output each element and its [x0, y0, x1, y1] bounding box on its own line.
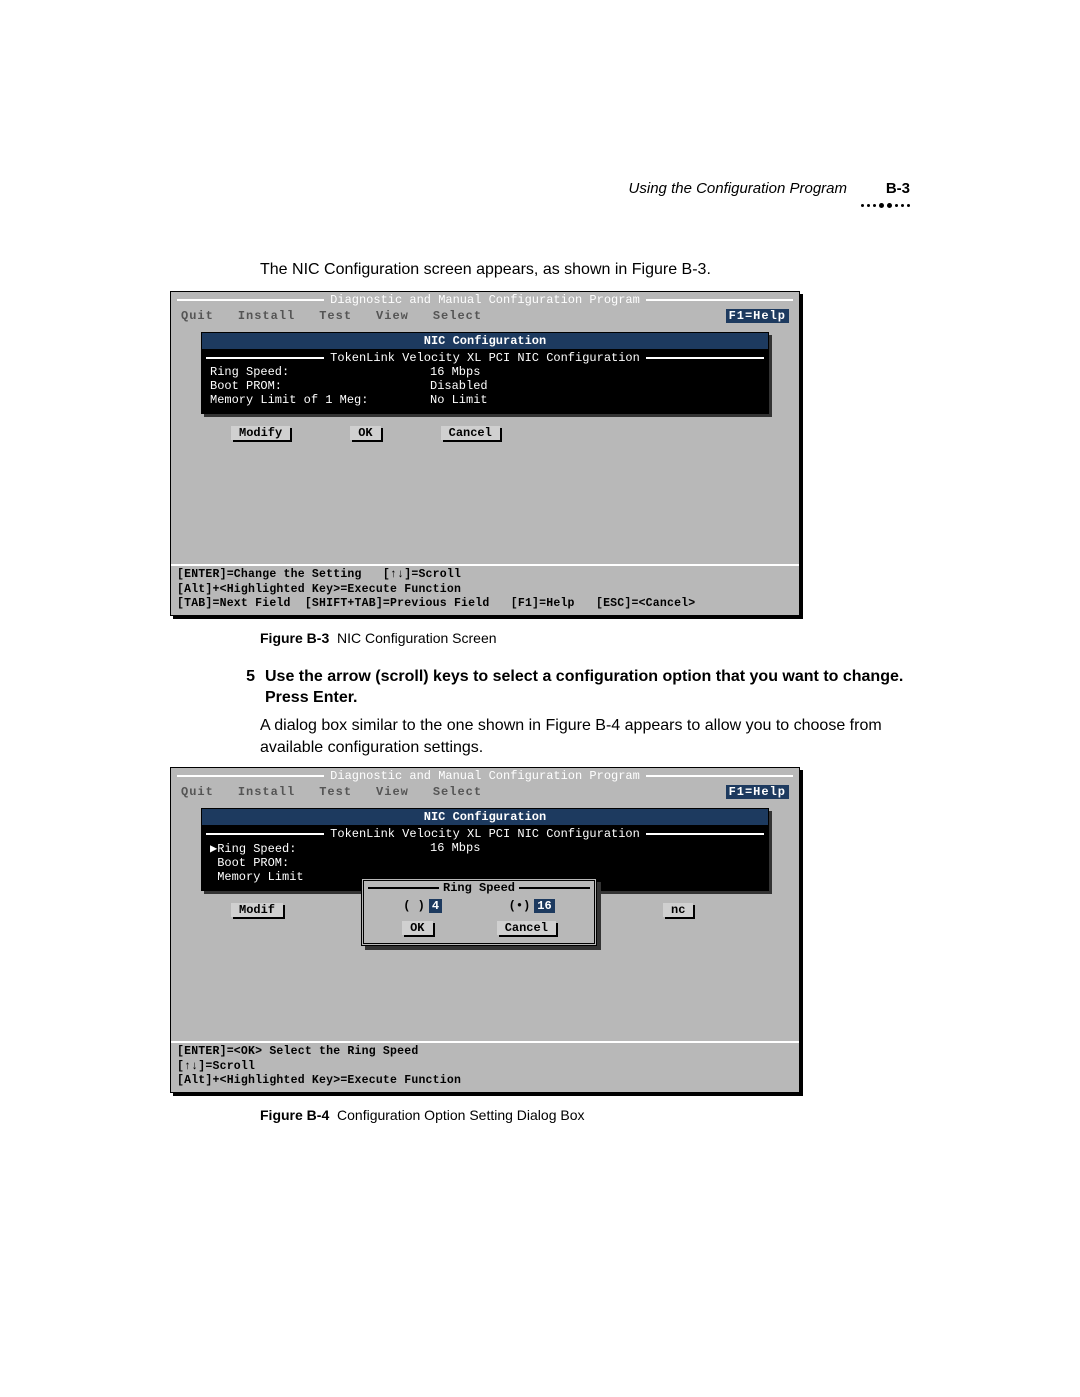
radio-4[interactable]: ( )4: [403, 899, 442, 913]
menu-install[interactable]: Install: [238, 785, 295, 799]
menu-test[interactable]: Test: [319, 309, 352, 323]
intro-text: The NIC Configuration screen appears, as…: [260, 259, 910, 281]
field-ring-speed[interactable]: ▶Ring Speed: 16 Mbps: [210, 841, 760, 856]
caption-text: Configuration Option Setting Dialog Box: [337, 1107, 584, 1123]
panel-subtitle: TokenLink Velocity XL PCI NIC Configurat…: [206, 827, 764, 841]
menu-test[interactable]: Test: [319, 785, 352, 799]
step-text: Use the arrow (scroll) keys to select a …: [265, 666, 910, 709]
dialog-title: Ring Speed: [443, 881, 515, 895]
field-boot-prom[interactable]: Boot PROM:: [210, 856, 760, 870]
status-line-2: [↑↓]=Scroll: [177, 1060, 793, 1074]
status-line-2: [Alt]+<Highlighted Key>=Execute Function: [177, 583, 793, 597]
status-line-1: [ENTER]=Change the Setting [↑↓]=Scroll: [177, 568, 793, 582]
dialog-cancel-button[interactable]: Cancel: [497, 921, 556, 935]
intro-paragraph: The NIC Configuration screen appears, as…: [260, 259, 910, 281]
panel-title: NIC Configuration: [202, 333, 768, 349]
field-boot-prom[interactable]: Boot PROM: Disabled: [210, 379, 760, 393]
field-memory-limit[interactable]: Memory Limit of 1 Meg: No Limit: [210, 393, 760, 407]
menu-view[interactable]: View: [376, 785, 409, 799]
button-row: Modify OK Cancel: [171, 420, 799, 442]
caption-text: NIC Configuration Screen: [337, 630, 497, 646]
nic-config-panel: NIC Configuration TokenLink Velocity XL …: [201, 332, 769, 414]
empty-area: [171, 444, 799, 564]
modify-button[interactable]: Modif: [231, 903, 283, 917]
panel-subtitle: TokenLink Velocity XL PCI NIC Configurat…: [206, 351, 764, 365]
figure-b4-screenshot: Diagnostic and Manual Configuration Prog…: [170, 767, 800, 1092]
status-bar: [ENTER]=<OK> Select the Ring Speed [↑↓]=…: [171, 1041, 799, 1091]
cancel-fragment[interactable]: nc: [663, 903, 693, 917]
status-line-3: [Alt]+<Highlighted Key>=Execute Function: [177, 1074, 793, 1088]
caption-label: Figure B-4: [260, 1107, 329, 1123]
status-line-3: [TAB]=Next Field [SHIFT+TAB]=Previous Fi…: [177, 597, 793, 611]
para2-text: A dialog box similar to the one shown in…: [260, 715, 910, 760]
step-number: 5: [235, 666, 255, 709]
menu-select[interactable]: Select: [433, 785, 482, 799]
menu-view[interactable]: View: [376, 309, 409, 323]
running-header: Using the Configuration Program B-3: [170, 180, 910, 209]
dialog-buttons: OK Cancel: [364, 917, 594, 943]
menu-help[interactable]: F1=Help: [726, 309, 789, 323]
status-bar: [ENTER]=Change the Setting [↑↓]=Scroll […: [171, 564, 799, 614]
paragraph-2: A dialog box similar to the one shown in…: [260, 715, 910, 760]
program-title: Diagnostic and Manual Configuration Prog…: [330, 293, 640, 307]
decor-dots-icon: [861, 201, 910, 209]
program-titlebar: Diagnostic and Manual Configuration Prog…: [171, 292, 799, 308]
menubar: Quit Install Test View Select F1=Help: [171, 308, 799, 324]
menu-select[interactable]: Select: [433, 309, 482, 323]
caption-label: Figure B-3: [260, 630, 329, 646]
panel-title: NIC Configuration: [202, 809, 768, 825]
program-titlebar: Diagnostic and Manual Configuration Prog…: [171, 768, 799, 784]
modify-button[interactable]: Modify: [231, 426, 290, 440]
running-title: Using the Configuration Program: [629, 180, 847, 197]
dialog-ok-button[interactable]: OK: [402, 921, 432, 935]
cancel-button[interactable]: Cancel: [441, 426, 500, 440]
dialog-title-row: Ring Speed: [364, 881, 594, 895]
radio-group: ( )4 (•)16: [364, 895, 594, 917]
field-ring-speed[interactable]: Ring Speed: 16 Mbps: [210, 365, 760, 379]
menubar: Quit Install Test View Select F1=Help: [171, 784, 799, 800]
figure-b4-caption: Figure B-4 Configuration Option Setting …: [260, 1107, 910, 1123]
status-line-1: [ENTER]=<OK> Select the Ring Speed: [177, 1045, 793, 1059]
menu-install[interactable]: Install: [238, 309, 295, 323]
radio-16[interactable]: (•)16: [509, 899, 555, 913]
menu-help[interactable]: F1=Help: [726, 785, 789, 799]
menu-quit[interactable]: Quit: [181, 309, 214, 323]
program-title: Diagnostic and Manual Configuration Prog…: [330, 769, 640, 783]
figure-b3-caption: Figure B-3 NIC Configuration Screen: [260, 630, 910, 646]
step-5: 5 Use the arrow (scroll) keys to select …: [235, 666, 910, 709]
page-number: B-3: [886, 180, 910, 197]
menu-quit[interactable]: Quit: [181, 785, 214, 799]
ok-button[interactable]: OK: [350, 426, 380, 440]
page-number-wrap: B-3: [861, 180, 910, 209]
ring-speed-dialog: Ring Speed ( )4 (•)16 OK Cancel: [361, 878, 597, 946]
figure-b3-screenshot: Diagnostic and Manual Configuration Prog…: [170, 291, 800, 615]
